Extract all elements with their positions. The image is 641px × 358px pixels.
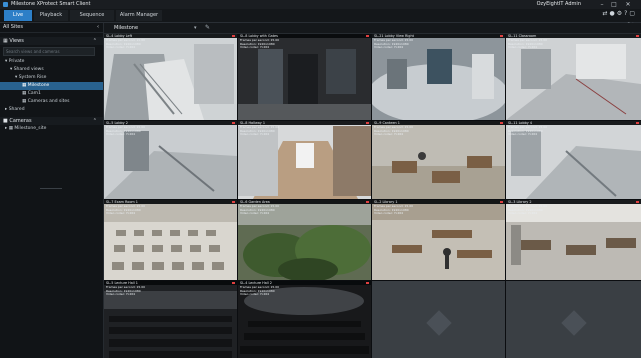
camera-stats: Frames per second: 15.00 Resolution: 1920…: [240, 285, 280, 297]
camera-tile[interactable]: SL-4 Lobby Left Frames per second: 15.00…: [104, 34, 237, 120]
camera-tile[interactable]: SL-7 Exam Room 1 Frames per second: 15.0…: [104, 200, 237, 280]
view-name: Milestone: [114, 25, 139, 31]
milestone-logo-icon: [560, 310, 587, 337]
sidebar: All Sites ‹ ▦ Views ⌃ Search views and c…: [0, 23, 104, 358]
camera-stats: Frames per second: 15.00 Resolution: 1920…: [508, 125, 548, 137]
tree-label: Milestone: [27, 83, 50, 88]
bell-icon[interactable]: ●: [610, 10, 617, 17]
tree-item-milestone[interactable]: ▦ Milestone: [0, 82, 103, 90]
tree-item-cam1[interactable]: ▦ Cam1: [0, 90, 103, 98]
record-indicator: [366, 35, 369, 37]
tree-item-shared[interactable]: ▸ Shared: [0, 106, 103, 114]
tab-alarm-manager[interactable]: Alarm Manager: [116, 10, 162, 21]
record-indicator: [232, 122, 235, 124]
tree-label: Private: [8, 59, 25, 64]
share-icon[interactable]: ⇄: [602, 10, 609, 17]
camera-stats: Frames per second: 15.00 Resolution: 1920…: [374, 125, 414, 137]
camera-tile[interactable]: SL-8 Hallway 1 Frames per second: 15.00 R…: [238, 121, 371, 199]
camera-stats: Frames per second: 15.00 Resolution: 1920…: [240, 125, 280, 137]
user-name[interactable]: OzyEightIT Admin: [537, 0, 581, 9]
camera-tile[interactable]: SL-11 Lobby 4 Frames per second: 15.00 Re…: [506, 121, 641, 199]
chevron-up-icon[interactable]: ⌃: [93, 117, 97, 125]
chevron-up-icon[interactable]: ⌃: [93, 37, 97, 45]
record-indicator: [500, 35, 503, 37]
camera-tile[interactable]: SL-21 Lobby View Right Frames per second…: [372, 34, 505, 120]
camera-stats: Frames per second: 15.00 Resolution: 1920…: [240, 204, 280, 216]
chevron-left-icon[interactable]: ‹: [97, 23, 99, 32]
tree-label: Cameras and sites: [27, 99, 70, 104]
title-bar: Milestone XProtect Smart Client OzyEight…: [0, 0, 641, 9]
camera-stats: Frames per second: 15.00 Resolution: 1920…: [106, 38, 146, 50]
cameras-label: Cameras: [9, 118, 32, 124]
tree-label: Milestone_site: [14, 126, 47, 131]
camera-stats: Frames per second: 15.00 Resolution: 1920…: [508, 204, 548, 216]
camera-tile[interactable]: SL-4 Lecture Hall 2 Frames per second: 1…: [238, 281, 371, 358]
camera-tile[interactable]: SL-9 Canteen 1 Frames per second: 15.00 R…: [372, 121, 505, 199]
camera-tile[interactable]: SL-5 Lobby 2 Frames per second: 15.00 Res…: [104, 121, 237, 199]
record-indicator: [500, 201, 503, 203]
record-indicator: [636, 201, 639, 203]
record-indicator: [366, 201, 369, 203]
close-button[interactable]: ✕: [623, 0, 633, 9]
tab-live[interactable]: Live: [4, 10, 32, 21]
tree-item-shared-views[interactable]: ▾ Shared views: [0, 66, 103, 74]
camera-tile[interactable]: SL-11 Classroom Frames per second: 15.00…: [506, 34, 641, 120]
milestone-logo-icon: [425, 310, 452, 337]
camera-stats: Frames per second: 15.00 Resolution: 1920…: [106, 204, 146, 216]
toolbar-icons: ⇄●⚙?▢: [602, 10, 637, 17]
camera-tile[interactable]: SL-3 Library 2 Frames per second: 15.00 R…: [506, 200, 641, 280]
app-logo-icon: [3, 2, 8, 7]
camera-tile[interactable]: SL-5 Lecture Hall 1 Frames per second: 1…: [104, 281, 237, 358]
tree-item-cameras-sites[interactable]: ▦ Cameras and sites: [0, 98, 103, 106]
cameras-section[interactable]: ■ Cameras ⌃: [0, 117, 103, 125]
tab-playback[interactable]: Playback: [34, 10, 68, 21]
tree-label: System Rise: [18, 75, 47, 80]
record-indicator: [636, 35, 639, 37]
tree-label: Shared: [8, 107, 25, 112]
tab-bar: Live Playback Sequence Explorer Alarm Ma…: [0, 9, 641, 29]
fullscreen-icon[interactable]: ▢: [629, 10, 637, 17]
views-label: Views: [9, 38, 24, 44]
record-indicator: [636, 122, 639, 124]
views-section[interactable]: ▦ Views ⌃: [0, 37, 103, 45]
camera-tile[interactable]: SL-8 Lobby with Gates Frames per second:…: [238, 34, 371, 120]
sites-label: All Sites: [3, 24, 23, 30]
empty-view-slot[interactable]: [372, 281, 505, 358]
camera-tile[interactable]: SL-2 Library 1 Frames per second: 15.00 R…: [372, 200, 505, 280]
camera-grid: SL-4 Lobby Left Frames per second: 15.00…: [104, 34, 641, 358]
tree-item-system-rise[interactable]: ▾ System Rise: [0, 74, 103, 82]
tree-item-milestone-site[interactable]: ▸ ▦ Milestone_site: [0, 125, 103, 133]
view-header: Milestone ▾ ✎: [104, 23, 641, 34]
record-indicator: [366, 282, 369, 284]
tree-label: Shared views: [13, 67, 44, 72]
tree-item-private[interactable]: ▾ Private: [0, 58, 103, 66]
tab-sequence-explorer[interactable]: Sequence Explorer: [70, 10, 114, 29]
camera-stats: Frames per second: 15.00 Resolution: 1920…: [508, 38, 548, 50]
maximize-button[interactable]: □: [609, 0, 619, 9]
sidebar-header: All Sites ‹: [0, 23, 103, 33]
record-indicator: [232, 282, 235, 284]
camera-stats: Frames per second: 15.00 Resolution: 1920…: [106, 285, 146, 297]
empty-view-slot[interactable]: [506, 281, 641, 358]
camera-stats: Frames per second: 15.00 Resolution: 1920…: [240, 38, 280, 50]
pane-splitter[interactable]: [40, 188, 62, 189]
chevron-down-icon[interactable]: ▾: [194, 23, 197, 33]
pin-icon[interactable]: ✎: [205, 23, 210, 33]
search-input[interactable]: Search views and cameras: [3, 47, 95, 56]
minimize-button[interactable]: –: [597, 0, 607, 9]
record-indicator: [232, 201, 235, 203]
camera-stats: Frames per second: 15.00 Resolution: 1920…: [374, 38, 414, 50]
camera-stats: Frames per second: 15.00 Resolution: 1920…: [106, 125, 146, 137]
app-title: Milestone XProtect Smart Client: [11, 1, 91, 7]
record-indicator: [366, 122, 369, 124]
camera-stats: Frames per second: 15.00 Resolution: 1920…: [374, 204, 414, 216]
record-indicator: [500, 122, 503, 124]
camera-tile[interactable]: SL-6 Garden Area Frames per second: 15.0…: [238, 200, 371, 280]
tree-label: Cam1: [27, 91, 41, 96]
record-indicator: [232, 35, 235, 37]
